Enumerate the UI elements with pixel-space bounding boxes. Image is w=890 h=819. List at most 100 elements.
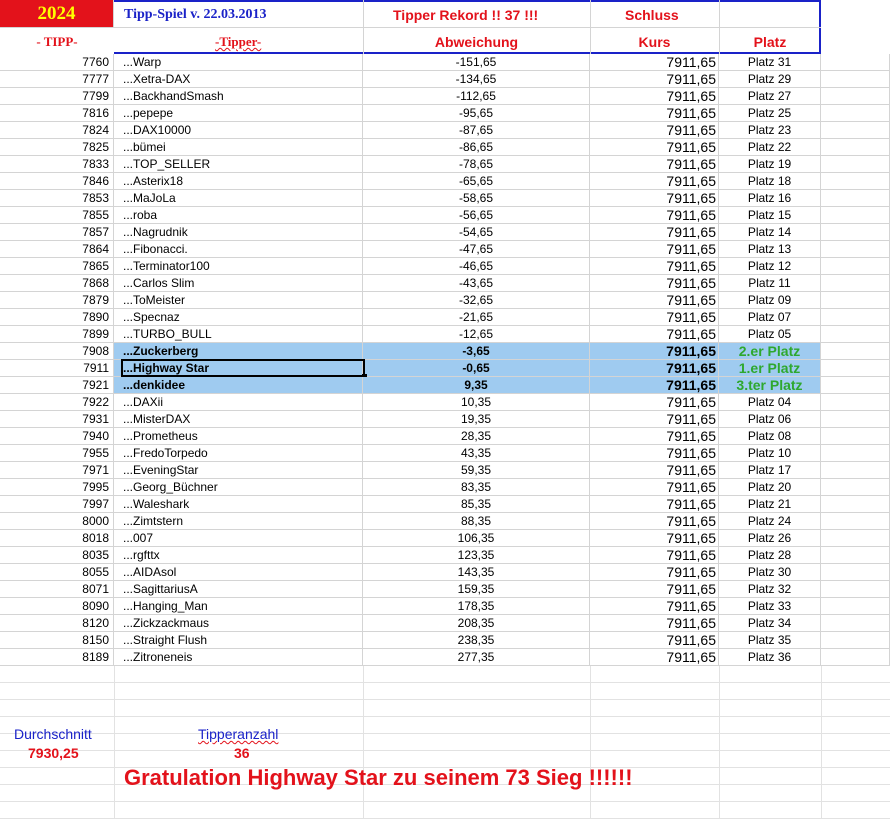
table-row[interactable]: 7824 ...DAX10000 -87,65 7911,65 Platz 23 <box>0 122 890 139</box>
abweichung-cell[interactable]: 178,35 <box>363 598 590 615</box>
kurs-cell[interactable]: 7911,65 <box>590 258 719 275</box>
empty-cell[interactable] <box>821 292 890 309</box>
abweichung-cell[interactable]: -54,65 <box>363 224 590 241</box>
abweichung-cell[interactable]: 238,35 <box>363 632 590 649</box>
empty-cell[interactable] <box>821 241 890 258</box>
kurs-cell[interactable]: 7911,65 <box>590 105 719 122</box>
tipp-cell[interactable]: 7799 <box>0 88 114 105</box>
tipp-spiel-title[interactable]: Tipp-Spiel v. 22.03.2013 <box>124 7 267 23</box>
kurs-cell[interactable]: 7911,65 <box>590 139 719 156</box>
empty-cell[interactable] <box>821 411 890 428</box>
kurs-cell[interactable]: 7911,65 <box>590 649 719 666</box>
empty-cell[interactable] <box>821 445 890 462</box>
tipper-name-cell[interactable]: ...Fibonacci. <box>114 241 363 258</box>
tipper-name-cell[interactable]: ...TURBO_BULL <box>114 326 363 343</box>
tipperanzahl-value[interactable]: 36 <box>234 745 250 761</box>
schluss-label[interactable]: Schluss <box>625 7 679 23</box>
kurs-cell[interactable]: 7911,65 <box>590 581 719 598</box>
abweichung-cell[interactable]: -47,65 <box>363 241 590 258</box>
tipper-name-cell[interactable]: ...BackhandSmash <box>114 88 363 105</box>
tipp-cell[interactable]: 7864 <box>0 241 114 258</box>
empty-cell[interactable] <box>821 224 890 241</box>
empty-cell[interactable] <box>821 615 890 632</box>
empty-cell[interactable] <box>821 71 890 88</box>
table-row[interactable]: 7899 ...TURBO_BULL -12,65 7911,65 Platz 05 <box>0 326 890 343</box>
empty-cell[interactable] <box>821 88 890 105</box>
table-row[interactable]: 7921 ...denkidee 9,35 7911,65 3.ter Platz <box>0 377 890 394</box>
platz-cell[interactable]: Platz 36 <box>719 649 821 666</box>
abweichung-cell[interactable]: -65,65 <box>363 173 590 190</box>
abweichung-cell[interactable]: 159,35 <box>363 581 590 598</box>
kurs-cell[interactable]: 7911,65 <box>590 496 719 513</box>
kurs-cell[interactable]: 7911,65 <box>590 598 719 615</box>
table-row[interactable]: 7853 ...MaJoLa -58,65 7911,65 Platz 16 <box>0 190 890 207</box>
table-row[interactable]: 8090 ...Hanging_Man 178,35 7911,65 Platz 33 <box>0 598 890 615</box>
empty-cell[interactable] <box>821 513 890 530</box>
empty-cell[interactable] <box>821 258 890 275</box>
kurs-cell[interactable]: 7911,65 <box>590 241 719 258</box>
abweichung-cell[interactable]: -134,65 <box>363 71 590 88</box>
abweichung-cell[interactable]: 277,35 <box>363 649 590 666</box>
tipp-cell[interactable]: 7760 <box>0 54 114 71</box>
platz-cell[interactable]: Platz 26 <box>719 530 821 547</box>
empty-cell[interactable] <box>821 564 890 581</box>
platz-cell[interactable]: Platz 05 <box>719 326 821 343</box>
abweichung-cell[interactable]: 43,35 <box>363 445 590 462</box>
table-row[interactable]: 7931 ...MisterDAX 19,35 7911,65 Platz 06 <box>0 411 890 428</box>
table-row[interactable]: 8120 ...Zickzackmaus 208,35 7911,65 Platz 34 <box>0 615 890 632</box>
kurs-cell[interactable]: 7911,65 <box>590 173 719 190</box>
tipp-cell[interactable]: 7890 <box>0 309 114 326</box>
abweichung-cell[interactable]: 143,35 <box>363 564 590 581</box>
tipp-cell[interactable]: 7833 <box>0 156 114 173</box>
tipper-name-cell[interactable]: ...EveningStar <box>114 462 363 479</box>
platz-cell[interactable]: Platz 17 <box>719 462 821 479</box>
platz-cell[interactable]: 3.ter Platz <box>719 377 821 394</box>
kurs-cell[interactable]: 7911,65 <box>590 71 719 88</box>
table-row[interactable]: 8189 ...Zitroneneis 277,35 7911,65 Platz 36 <box>0 649 890 666</box>
tipp-cell[interactable]: 7879 <box>0 292 114 309</box>
abweichung-cell[interactable]: 88,35 <box>363 513 590 530</box>
platz-cell[interactable]: 1.er Platz <box>719 360 821 377</box>
platz-cell[interactable]: Platz 12 <box>719 258 821 275</box>
table-row[interactable]: 7971 ...EveningStar 59,35 7911,65 Platz 17 <box>0 462 890 479</box>
tipp-cell[interactable]: 7911 <box>0 360 114 377</box>
abweichung-cell[interactable]: 28,35 <box>363 428 590 445</box>
tipper-name-cell[interactable]: ...Zimtstern <box>114 513 363 530</box>
tipper-name-cell[interactable]: ...roba <box>114 207 363 224</box>
tipp-cell[interactable]: 8189 <box>0 649 114 666</box>
tipper-name-cell[interactable]: ...DAXii <box>114 394 363 411</box>
tipp-cell[interactable]: 7971 <box>0 462 114 479</box>
kurs-cell[interactable]: 7911,65 <box>590 207 719 224</box>
header-year[interactable]: 2024 <box>0 0 114 27</box>
tipp-cell[interactable]: 7824 <box>0 122 114 139</box>
col-platz-header[interactable]: Platz <box>719 34 821 50</box>
tipp-cell[interactable]: 7921 <box>0 377 114 394</box>
abweichung-cell[interactable]: -43,65 <box>363 275 590 292</box>
kurs-cell[interactable]: 7911,65 <box>590 411 719 428</box>
kurs-cell[interactable]: 7911,65 <box>590 428 719 445</box>
platz-cell[interactable]: Platz 18 <box>719 173 821 190</box>
empty-cell[interactable] <box>821 309 890 326</box>
kurs-cell[interactable]: 7911,65 <box>590 479 719 496</box>
tipp-cell[interactable]: 7922 <box>0 394 114 411</box>
empty-cell[interactable] <box>821 360 890 377</box>
empty-cell[interactable] <box>821 326 890 343</box>
table-row[interactable]: 7868 ...Carlos Slim -43,65 7911,65 Platz 11 <box>0 275 890 292</box>
table-row[interactable]: 7908 ...Zuckerberg -3,65 7911,65 2.er Platz <box>0 343 890 360</box>
table-row[interactable]: 7833 ...TOP_SELLER -78,65 7911,65 Platz 19 <box>0 156 890 173</box>
tipper-name-cell[interactable]: ...Prometheus <box>114 428 363 445</box>
platz-cell[interactable]: Platz 25 <box>719 105 821 122</box>
empty-cell[interactable] <box>821 105 890 122</box>
table-row[interactable]: 7760 ...Warp -151,65 7911,65 Platz 31 <box>0 54 890 71</box>
tipp-cell[interactable]: 7908 <box>0 343 114 360</box>
empty-cell[interactable] <box>821 598 890 615</box>
platz-cell[interactable]: Platz 34 <box>719 615 821 632</box>
table-row[interactable]: 7890 ...Specnaz -21,65 7911,65 Platz 07 <box>0 309 890 326</box>
platz-cell[interactable]: 2.er Platz <box>719 343 821 360</box>
platz-cell[interactable]: Platz 08 <box>719 428 821 445</box>
empty-cell[interactable] <box>821 547 890 564</box>
platz-cell[interactable]: Platz 13 <box>719 241 821 258</box>
tipp-cell[interactable]: 7853 <box>0 190 114 207</box>
table-row[interactable]: 8150 ...Straight Flush 238,35 7911,65 Platz … <box>0 632 890 649</box>
tipper-name-cell[interactable]: ...Georg_Büchner <box>114 479 363 496</box>
